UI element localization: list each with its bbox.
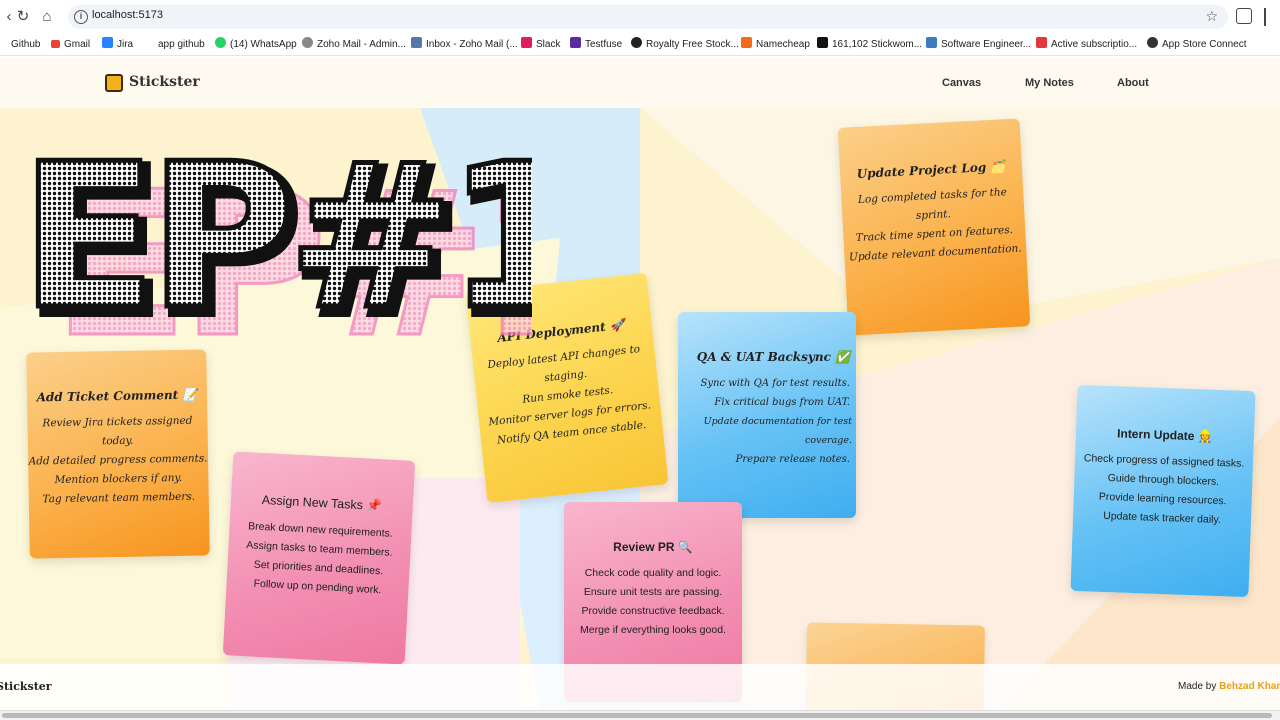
note-line: Tag relevant team members. <box>42 490 196 506</box>
bookmarks-bar: Github Gmail Jira app github (14) WhatsA… <box>0 34 1280 56</box>
bookmark-app-store-connect[interactable]: App Store Connect <box>1147 37 1247 53</box>
bookmark-zoho-admin[interactable]: Zoho Mail - Admin... <box>302 37 406 53</box>
bookmark-active-subscriptions[interactable]: Active subscriptio... <box>1036 37 1137 53</box>
bookmark-testfuse[interactable]: Testfuse <box>570 37 622 53</box>
bookmark-github[interactable]: Github <box>11 37 40 53</box>
apple-icon <box>1147 37 1158 48</box>
nav-about[interactable]: About <box>1117 77 1149 89</box>
bookmark-zoho-inbox[interactable]: Inbox - Zoho Mail (... <box>411 37 518 53</box>
brand-name[interactable]: Stickster <box>129 74 200 90</box>
note-qa-uat-backsync[interactable]: QA & UAT Backsync ✅ Sync with QA for tes… <box>678 312 856 518</box>
note-line: Provide constructive feedback. <box>581 605 725 617</box>
app-footer: Stickster Made by Behzad Khan <box>0 664 1280 710</box>
bookmark-app-github[interactable]: app github <box>158 37 205 53</box>
shutterstock-icon <box>817 37 828 48</box>
subscription-icon <box>1036 37 1047 48</box>
note-assign-new-tasks[interactable]: Assign New Tasks 📌 Break down new requir… <box>222 451 416 665</box>
slack-icon <box>521 37 532 48</box>
job-icon <box>926 37 937 48</box>
scrollbar-thumb[interactable] <box>2 713 1272 718</box>
note-line: Fix critical bugs from UAT. <box>714 397 850 408</box>
note-title: Add Ticket Comment 📝 <box>36 387 198 405</box>
nav-my-notes[interactable]: My Notes <box>1025 77 1074 89</box>
bookmark-jira[interactable]: Jira <box>102 37 133 53</box>
bookmark-namecheap[interactable]: Namecheap <box>741 37 810 53</box>
note-title: QA & UAT Backsync ✅ <box>696 350 850 364</box>
bookmark-gmail[interactable]: Gmail <box>51 37 90 53</box>
whatsapp-icon <box>215 37 226 48</box>
bookmark-royalty-free[interactable]: Royalty Free Stock... <box>631 37 739 53</box>
url-text: localhost:5173 <box>92 9 163 21</box>
note-title: Review PR 🔍 <box>613 540 693 554</box>
browser-toolbar: ‹ ↻ ⌂ i localhost:5173 ☆ <box>0 0 1280 34</box>
testfuse-icon <box>570 37 581 48</box>
note-api-deployment[interactable]: API Deployment 🚀 Deploy latest API chang… <box>465 273 669 503</box>
horizontal-scrollbar[interactable] <box>0 710 1280 720</box>
note-title: Update Project Log 🗂️ <box>856 159 1006 181</box>
nav-canvas[interactable]: Canvas <box>942 77 981 89</box>
address-bar[interactable]: i localhost:5173 ☆ <box>68 5 1228 29</box>
note-line: Sync with QA for test results. <box>700 378 850 389</box>
bookmark-star-icon[interactable]: ☆ <box>1205 8 1218 25</box>
note-line: Update documentation for test coverage. <box>703 416 852 446</box>
zoho-mail-icon <box>411 37 422 48</box>
note-update-project-log[interactable]: Update Project Log 🗂️ Log completed task… <box>837 118 1031 336</box>
app-header: Stickster Canvas My Notes About <box>0 58 1280 108</box>
jira-icon <box>102 37 113 48</box>
gmail-icon <box>51 40 60 48</box>
bookmark-whatsapp[interactable]: (14) WhatsApp <box>215 37 297 53</box>
reload-icon[interactable]: ↻ <box>14 8 32 26</box>
note-line: Check code quality and logic. <box>584 567 722 579</box>
side-panel-icon[interactable] <box>1264 8 1278 26</box>
namecheap-icon <box>741 37 752 48</box>
site-info-icon[interactable]: i <box>74 10 88 24</box>
zoho-icon <box>302 37 313 48</box>
bookmark-slack[interactable]: Slack <box>521 37 560 53</box>
note-line: Ensure unit tests are passing. <box>583 586 723 598</box>
home-icon[interactable]: ⌂ <box>38 8 56 26</box>
sticky-note-logo-icon[interactable] <box>105 74 123 92</box>
stock-icon <box>631 37 642 48</box>
footer-credit: Made by Behzad Khan <box>1178 681 1280 692</box>
note-line: Prepare release notes. <box>735 454 850 465</box>
footer-brand: Stickster <box>0 680 52 693</box>
note-intern-update[interactable]: Intern Update 👷 Check progress of assign… <box>1070 384 1256 598</box>
stickster-page: Stickster Canvas My Notes About Update P… <box>0 58 1280 710</box>
note-title: Assign New Tasks 📌 <box>261 492 383 514</box>
note-line: Merge if everything looks good. <box>580 624 726 636</box>
note-add-ticket-comment[interactable]: Add Ticket Comment 📝 Review Jira tickets… <box>26 349 210 559</box>
bookmark-stickwom[interactable]: 161,102 Stickwom... <box>817 37 922 53</box>
extensions-icon[interactable] <box>1236 8 1252 24</box>
note-line: Review Jira tickets assigned today. <box>42 414 193 448</box>
note-title: Intern Update 👷 <box>1116 426 1213 444</box>
author-link[interactable]: Behzad Khan <box>1219 681 1280 692</box>
bookmark-software-engineer[interactable]: Software Engineer... <box>926 37 1031 53</box>
